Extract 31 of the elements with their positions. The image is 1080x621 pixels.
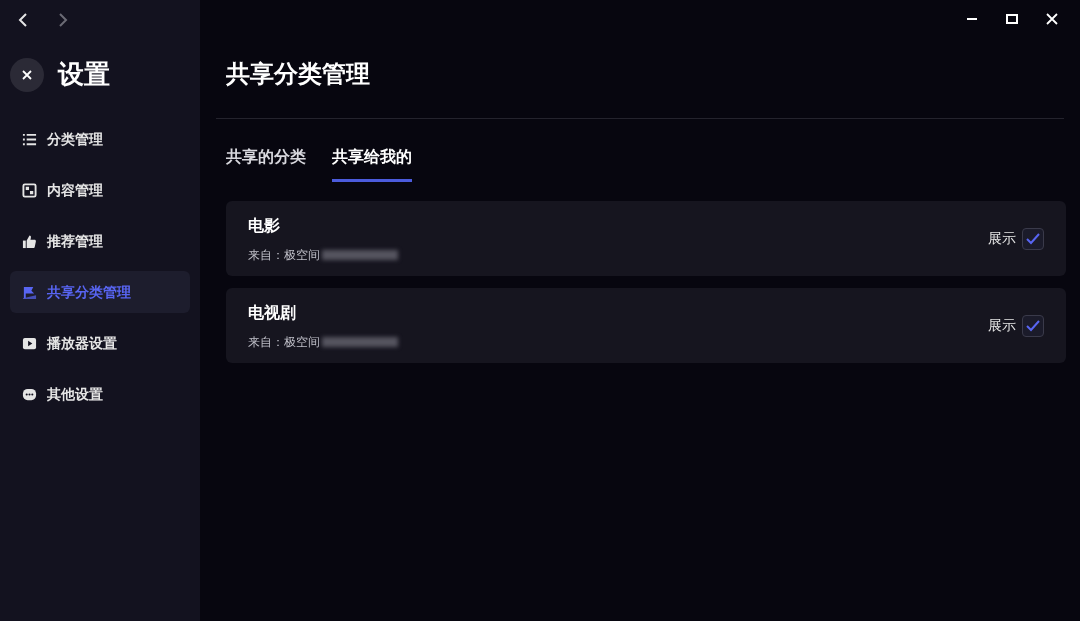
list-icon xyxy=(22,131,37,147)
checkbox[interactable] xyxy=(1022,227,1044,250)
toggle-label: 展示 xyxy=(988,229,1016,248)
sidebar-item[interactable]: 内容管理 xyxy=(10,169,190,211)
maximize-icon[interactable] xyxy=(1006,13,1018,25)
page-title: 共享分类管理 xyxy=(226,59,371,89)
sidebar-title: 设置 xyxy=(58,58,110,91)
check-icon xyxy=(1026,319,1040,332)
thumbs-up-icon xyxy=(22,233,37,249)
more-icon xyxy=(22,386,37,402)
close-button[interactable] xyxy=(10,57,44,92)
play-icon xyxy=(22,335,37,351)
card-title: 电视剧 xyxy=(248,302,297,323)
close-icon xyxy=(21,68,33,81)
card-title: 电影 xyxy=(248,215,281,236)
close-icon[interactable] xyxy=(1046,13,1058,25)
back-icon[interactable] xyxy=(18,13,28,27)
toggle-label: 展示 xyxy=(988,316,1016,335)
checkbox[interactable] xyxy=(1022,314,1044,337)
sidebar-item[interactable]: 推荐管理 xyxy=(10,220,190,262)
grid-icon xyxy=(22,182,37,198)
source-text: 来自：极空间 xyxy=(248,333,320,351)
source-text: 来自：极空间 xyxy=(248,246,320,264)
sidebar-item[interactable]: 播放器设置 xyxy=(10,322,190,364)
check-icon xyxy=(1026,232,1040,245)
forward-icon[interactable] xyxy=(58,13,68,27)
sidebar-item[interactable]: 分类管理 xyxy=(10,118,190,160)
tab[interactable]: 共享的分类 xyxy=(226,145,306,182)
tab[interactable]: 共享给我的 xyxy=(332,145,412,182)
sidebar-item[interactable]: 共享分类管理 xyxy=(10,271,190,313)
sidebar-item[interactable]: 其他设置 xyxy=(10,373,190,415)
